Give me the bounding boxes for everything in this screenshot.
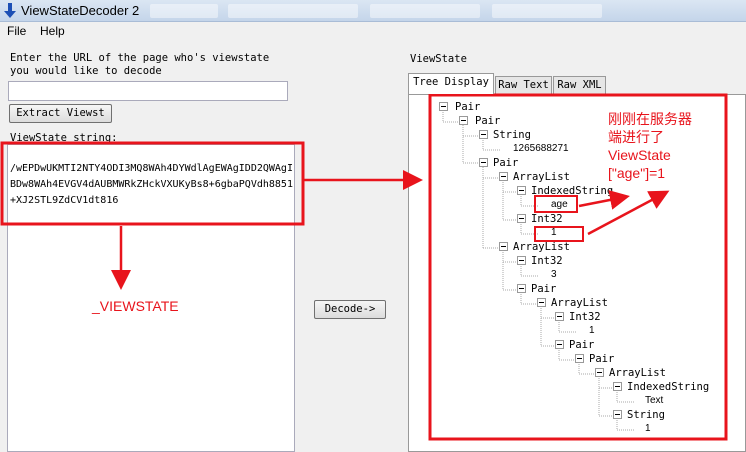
viewstate-highlight-box	[0, 141, 305, 226]
arrow-to-age	[578, 190, 630, 210]
viewstate-annotation-label: _VIEWSTATE	[92, 298, 179, 314]
note-line: ["age"]=1	[608, 165, 666, 181]
value-highlight-box	[534, 226, 584, 242]
age-highlight-box	[534, 195, 578, 213]
tab-tree-display[interactable]: Tree Display	[408, 73, 494, 94]
annotation-overlay	[0, 93, 728, 441]
note-line: ViewState	[608, 147, 671, 163]
note-line: 端进行了	[608, 129, 664, 145]
arrow-from-value	[587, 190, 670, 236]
note-line: 刚刚在服务器	[608, 111, 692, 127]
server-note-label: 刚刚在服务器 端进行了 ViewState ["age"]=1	[608, 110, 692, 182]
